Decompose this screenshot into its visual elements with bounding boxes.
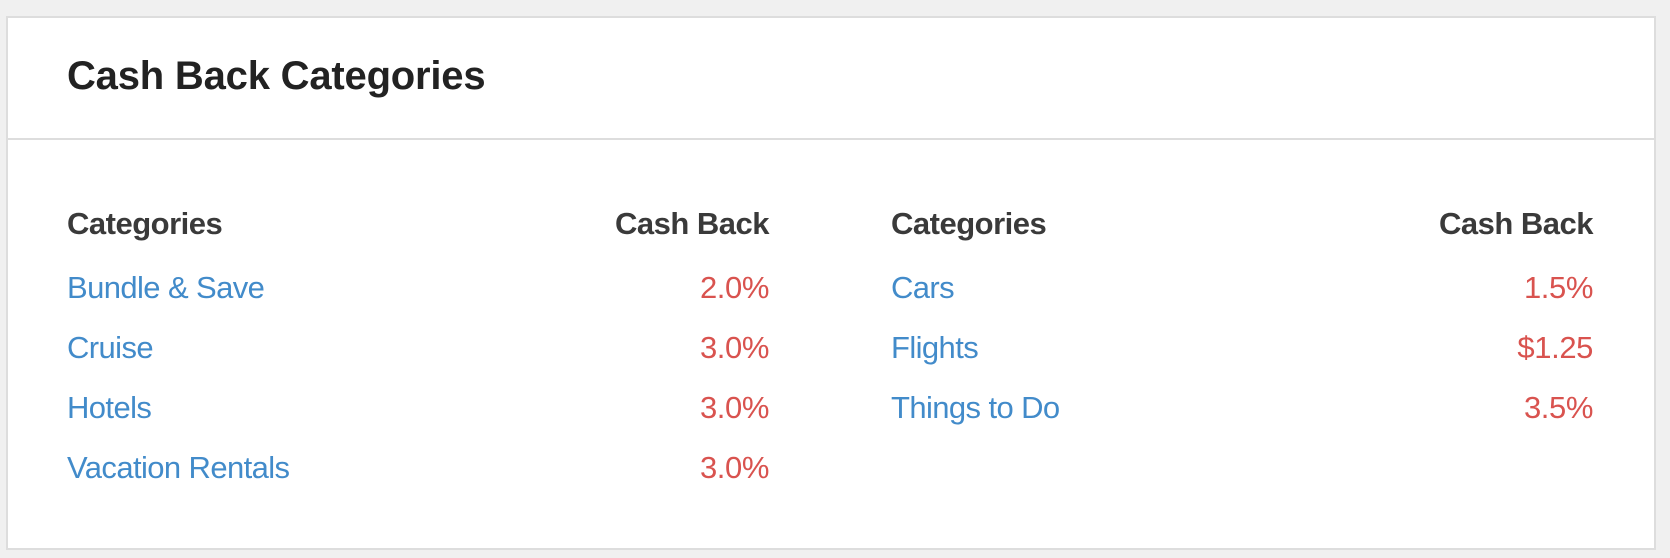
table-row: Flights $1.25 bbox=[891, 318, 1593, 378]
table-row: Things to Do 3.5% bbox=[891, 378, 1593, 438]
table-row: Bundle & Save 2.0% bbox=[67, 258, 769, 318]
category-link-vacation-rentals[interactable]: Vacation Rentals bbox=[67, 438, 290, 498]
column-header-categories: Categories bbox=[891, 206, 1047, 241]
column-header-categories: Categories bbox=[67, 206, 223, 241]
table-header-row: Categories Cash Back bbox=[67, 196, 770, 258]
table-row: Cruise 3.0% bbox=[67, 318, 769, 378]
cash-back-value: 3.0% bbox=[699, 450, 769, 485]
cash-back-value: $1.25 bbox=[1517, 330, 1593, 365]
cash-back-value: 3.5% bbox=[1523, 390, 1593, 425]
table-row: Cars 1.5% bbox=[891, 258, 1593, 318]
cash-back-value: 2.0% bbox=[699, 270, 769, 305]
cash-back-value: 3.0% bbox=[699, 390, 769, 425]
cash-back-tables: Categories Cash Back Bundle & Save 2.0% … bbox=[8, 140, 1654, 548]
cash-back-table-right: Categories Cash Back Cars 1.5% Flights $… bbox=[891, 196, 1594, 438]
category-link-cruise[interactable]: Cruise bbox=[67, 318, 154, 378]
table-row: Vacation Rentals 3.0% bbox=[67, 438, 769, 498]
cash-back-categories-card: Cash Back Categories Categories Cash Bac… bbox=[6, 16, 1656, 550]
category-link-things-to-do[interactable]: Things to Do bbox=[891, 378, 1060, 438]
cash-back-value: 1.5% bbox=[1523, 270, 1593, 305]
column-header-cash-back: Cash Back bbox=[614, 206, 770, 241]
table-header-row: Categories Cash Back bbox=[891, 196, 1594, 258]
category-link-hotels[interactable]: Hotels bbox=[67, 378, 152, 438]
category-link-cars[interactable]: Cars bbox=[891, 258, 955, 318]
card-title: Cash Back Categories bbox=[67, 54, 486, 98]
cash-back-table-left: Categories Cash Back Bundle & Save 2.0% … bbox=[67, 196, 770, 498]
column-header-cash-back: Cash Back bbox=[1438, 206, 1594, 241]
table-row: Hotels 3.0% bbox=[67, 378, 769, 438]
category-link-bundle-save[interactable]: Bundle & Save bbox=[67, 258, 265, 318]
category-link-flights[interactable]: Flights bbox=[891, 318, 979, 378]
cash-back-value: 3.0% bbox=[699, 330, 769, 365]
card-header: Cash Back Categories bbox=[8, 18, 1654, 140]
